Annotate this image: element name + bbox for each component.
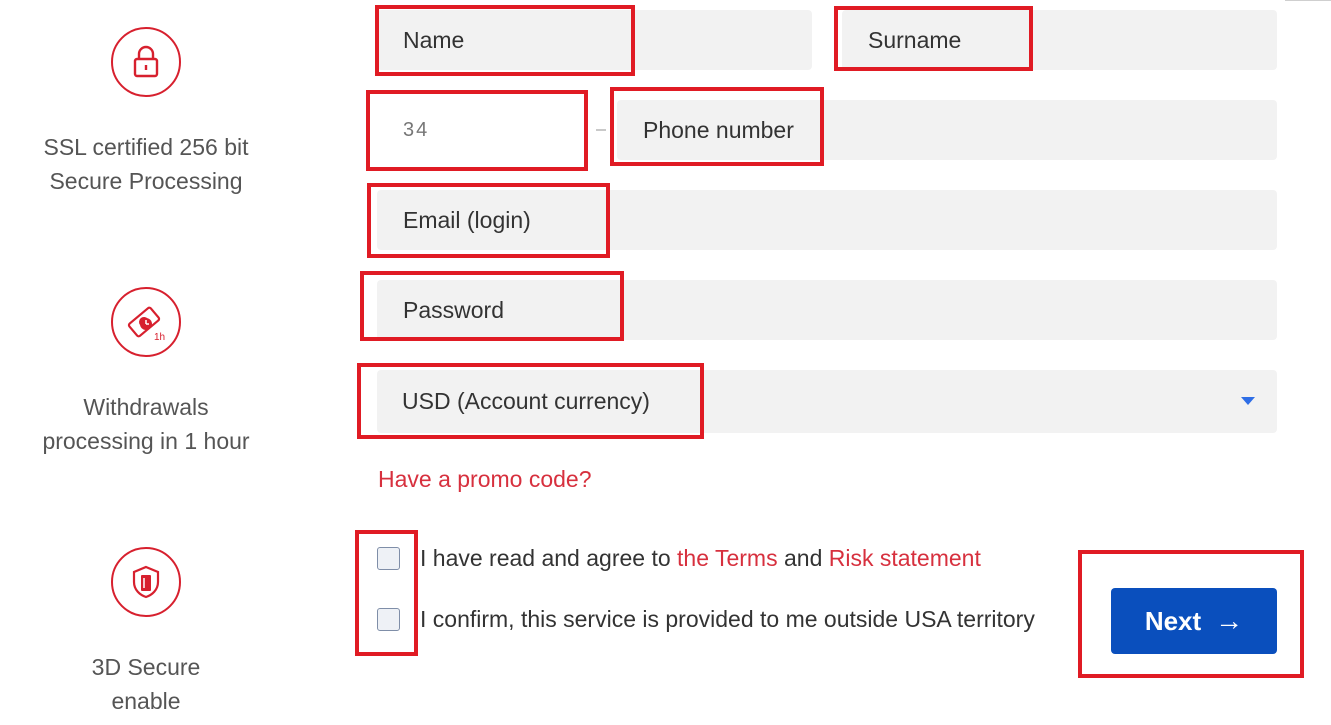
next-button[interactable]: Next → <box>1111 588 1277 654</box>
feature-ssl-text: SSL certified 256 bit Secure Processing <box>6 130 286 198</box>
email-placeholder: Email (login) <box>403 206 531 233</box>
feature-3dsecure-line2: enable <box>111 688 181 714</box>
risk-statement-link[interactable]: Risk statement <box>829 545 981 572</box>
phone-separator <box>596 129 606 131</box>
shield-card-icon <box>111 547 181 617</box>
usa-confirm-checkbox[interactable] <box>377 608 400 631</box>
arrow-right-icon: → <box>1215 605 1244 636</box>
promo-code-link[interactable]: Have a promo code? <box>378 466 592 493</box>
password-placeholder: Password <box>403 296 504 323</box>
terms-agree-row: I have read and agree to the Terms and R… <box>377 545 981 572</box>
feature-ssl-line2: Secure Processing <box>49 168 243 194</box>
phone-input[interactable]: Phone number <box>617 100 1277 160</box>
surname-input[interactable]: Surname <box>842 10 1277 70</box>
name-placeholder: Name <box>403 26 465 53</box>
usa-confirm-text: I confirm, this service is provided to m… <box>420 606 1035 632</box>
agree-prefix-text: I have read and agree to <box>420 545 678 571</box>
country-code-input[interactable]: 34 <box>377 100 583 160</box>
usa-confirm-row: I confirm, this service is provided to m… <box>377 606 1035 633</box>
agree-and-text: and <box>777 545 829 571</box>
feature-withdrawals-line2: processing in 1 hour <box>42 428 250 454</box>
currency-selected-value: USD (Account currency) <box>402 388 650 414</box>
feature-withdrawals-text: Withdrawals processing in 1 hour <box>6 390 286 458</box>
feature-3dsecure-text: 3D Secure enable <box>6 650 286 718</box>
feature-withdrawals-line1: Withdrawals <box>83 394 209 420</box>
terms-checkbox[interactable] <box>377 547 400 570</box>
surname-placeholder: Surname <box>868 26 962 53</box>
registration-page: SSL certified 256 bit Secure Processing … <box>0 0 1331 725</box>
next-button-label: Next <box>1144 605 1202 636</box>
name-input[interactable]: Name <box>377 10 812 70</box>
terms-link[interactable]: the Terms <box>677 545 778 572</box>
phone-placeholder: Phone number <box>643 116 794 143</box>
feature-ssl-line1: SSL certified 256 bit <box>43 134 249 160</box>
currency-select[interactable]: USD (Account currency) <box>377 370 1277 433</box>
country-code-value: 34 <box>403 118 430 141</box>
email-input[interactable]: Email (login) <box>377 190 1277 250</box>
svg-text:1h: 1h <box>154 332 165 342</box>
feature-3dsecure-line1: 3D Secure <box>91 654 201 680</box>
top-divider <box>1285 0 1331 1</box>
lock-icon <box>111 27 181 97</box>
money-clock-icon: 1h <box>111 287 181 357</box>
caret-down-icon <box>1241 397 1255 405</box>
password-input[interactable]: Password <box>377 280 1277 340</box>
